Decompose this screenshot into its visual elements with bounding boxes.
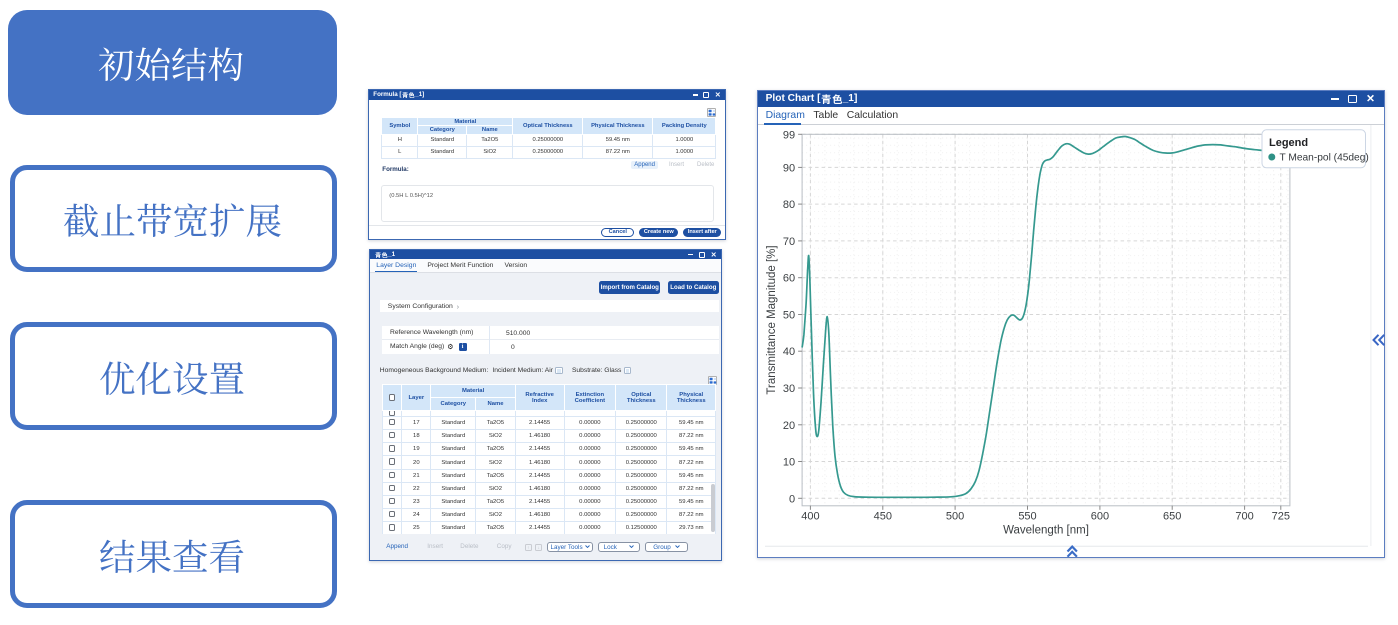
svg-text:Legend: Legend bbox=[1269, 137, 1308, 149]
svg-text:450: 450 bbox=[873, 511, 891, 523]
svg-text:70: 70 bbox=[782, 236, 794, 248]
svg-text:T Mean-pol (45deg): T Mean-pol (45deg) bbox=[1279, 153, 1368, 164]
svg-text:Transmittance Magnitude [%]: Transmittance Magnitude [%] bbox=[766, 246, 778, 395]
svg-text:40: 40 bbox=[782, 347, 794, 359]
svg-text:600: 600 bbox=[1090, 511, 1108, 523]
svg-text:20: 20 bbox=[782, 420, 794, 432]
svg-text:50: 50 bbox=[782, 310, 794, 322]
svg-text:60: 60 bbox=[782, 273, 794, 285]
svg-text:99: 99 bbox=[782, 130, 794, 142]
svg-text:400: 400 bbox=[801, 511, 819, 523]
svg-text:80: 80 bbox=[782, 200, 794, 212]
svg-text:0: 0 bbox=[789, 494, 795, 506]
svg-text:700: 700 bbox=[1235, 511, 1253, 523]
svg-text:Wavelength [nm]: Wavelength [nm] bbox=[1003, 525, 1089, 537]
svg-text:10: 10 bbox=[782, 457, 794, 469]
svg-text:500: 500 bbox=[946, 511, 964, 523]
svg-text:30: 30 bbox=[782, 383, 794, 395]
svg-text:550: 550 bbox=[1018, 511, 1036, 523]
svg-text:90: 90 bbox=[782, 163, 794, 175]
svg-text:650: 650 bbox=[1163, 511, 1181, 523]
svg-text:725: 725 bbox=[1271, 511, 1289, 523]
